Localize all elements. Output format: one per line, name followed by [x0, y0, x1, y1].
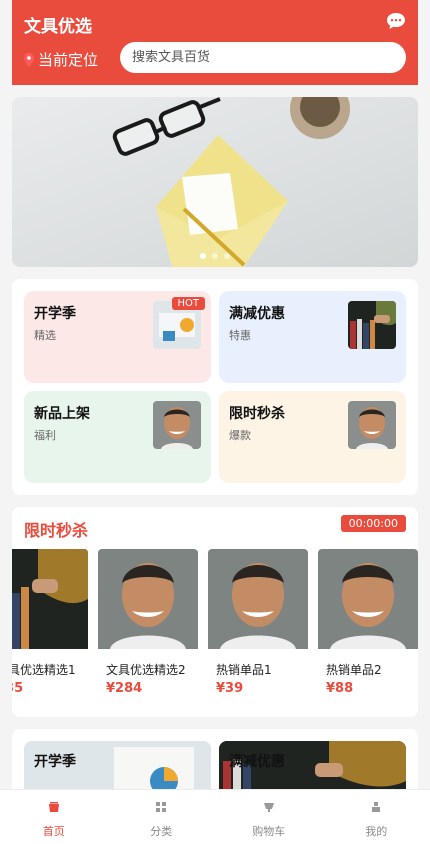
- tab-label: 我的: [365, 825, 388, 838]
- tab-label: 购物车: [252, 825, 286, 838]
- banner-image: [112, 97, 350, 267]
- tab-home[interactable]: 首页: [0, 790, 108, 844]
- carousel-dots: [12, 253, 418, 259]
- search-input[interactable]: 搜索文具百货: [120, 42, 406, 73]
- tab-category[interactable]: 分类: [108, 790, 216, 844]
- category-title: 满减优惠: [229, 306, 285, 322]
- chat-bubble-icon[interactable]: [386, 12, 406, 30]
- location-selector[interactable]: 当前定位: [24, 49, 98, 70]
- cart-icon: [263, 803, 274, 812]
- category-discount[interactable]: 满减优惠 特惠: [219, 291, 406, 383]
- product-name: 热销单品1: [216, 663, 272, 677]
- product-name: 文具优选精选1: [12, 663, 76, 677]
- tab-profile[interactable]: 我的: [323, 790, 430, 844]
- category-flash-sale[interactable]: 限时秒杀 爆款: [219, 391, 406, 483]
- hot-badge: HOT: [171, 297, 205, 310]
- category-subtitle: 福利: [34, 429, 56, 442]
- category-subtitle: 爆款: [229, 429, 251, 442]
- category-grid: 开学季 精选 HOT 满减优惠 特惠 新品上架 福利 限时秒杀 爆款: [12, 279, 418, 495]
- category-subtitle: 特惠: [229, 329, 251, 342]
- user-icon: [372, 802, 381, 812]
- category-new-arrivals[interactable]: 新品上架 福利: [24, 391, 211, 483]
- location-pin-icon: [24, 52, 34, 67]
- featured-tile-label: 开学季: [34, 754, 76, 770]
- tab-label: 首页: [42, 825, 65, 838]
- app-title: 文具优选: [24, 17, 92, 37]
- category-back-to-school[interactable]: 开学季 精选 HOT: [24, 291, 211, 383]
- product-name: 文具优选精选2: [106, 663, 186, 677]
- category-thumbnail: [153, 401, 201, 449]
- bottom-tab-bar: 首页 分类 购物车 我的: [0, 789, 430, 844]
- product-price: ¥35: [12, 681, 24, 696]
- featured-tile-label: 满减优惠: [229, 754, 285, 770]
- product-price: ¥39: [216, 681, 244, 696]
- grid-icon: [156, 802, 167, 812]
- carousel-dot[interactable]: [224, 253, 230, 259]
- flash-sale-section: 限时秒杀 00:00:00 文具优选精选1 ¥35 文具优选精选2 ¥284 热…: [12, 507, 418, 717]
- section-title: 限时秒杀: [24, 521, 89, 540]
- category-thumbnail: [348, 401, 396, 449]
- product-name: 热销单品2: [326, 663, 382, 677]
- product-card[interactable]: 文具优选精选1 ¥35: [12, 549, 88, 696]
- countdown-timer: 00:00:00: [340, 515, 406, 532]
- product-card[interactable]: 热销单品2 ¥88: [318, 549, 418, 696]
- category-title: 限时秒杀: [229, 406, 285, 422]
- tab-cart[interactable]: 购物车: [215, 790, 323, 844]
- top-header: 文具优选 当前定位 搜索文具百货: [12, 0, 418, 85]
- product-price: ¥284: [106, 681, 143, 696]
- product-image: [98, 549, 198, 649]
- location-label: 当前定位: [38, 51, 99, 69]
- product-image: [318, 549, 418, 649]
- product-image: [12, 549, 88, 649]
- promo-banner[interactable]: [12, 97, 418, 267]
- product-card[interactable]: 文具优选精选2 ¥284: [98, 549, 198, 696]
- category-title: 新品上架: [34, 406, 90, 422]
- tab-label: 分类: [150, 825, 173, 838]
- category-title: 开学季: [34, 306, 76, 322]
- carousel-dot[interactable]: [212, 253, 218, 259]
- product-image: [208, 549, 308, 649]
- product-card[interactable]: 热销单品1 ¥39: [208, 549, 308, 696]
- category-subtitle: 精选: [34, 329, 56, 342]
- product-price: ¥88: [326, 681, 354, 696]
- carousel-dot[interactable]: [200, 253, 206, 259]
- category-thumbnail: [348, 301, 396, 349]
- home-icon: [48, 802, 59, 812]
